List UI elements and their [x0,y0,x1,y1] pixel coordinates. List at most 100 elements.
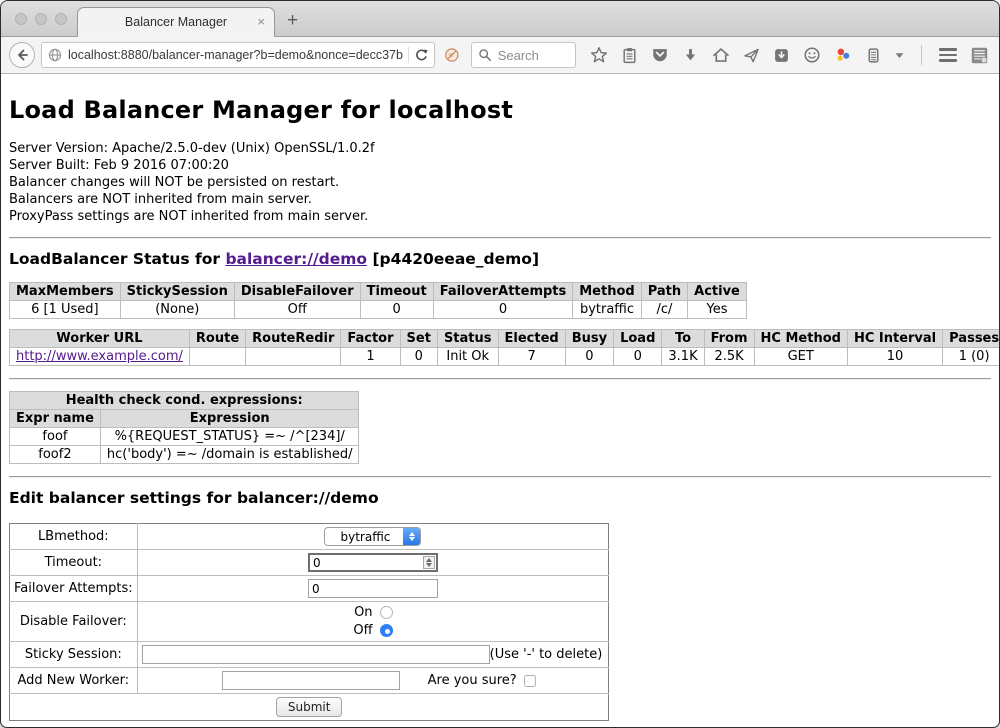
back-arrow-icon [14,47,30,63]
pocket-icon[interactable] [651,46,669,64]
worker-table: Worker URL Route RouteRedir Factor Set S… [9,329,1000,366]
add-worker-label: Add New Worker: [10,668,138,694]
divider [9,378,991,380]
sticky-session-note: (Use '-' to delete) [490,647,605,662]
failover-attempts-label: Failover Attempts: [10,576,138,602]
cell-expression: hc('body') =~ /domain is established/ [100,446,359,464]
cell-stickysession: (None) [120,301,234,319]
col-expr-name: Expr name [10,410,101,428]
close-window-button[interactable] [15,13,27,25]
col-elected: Elected [498,330,565,348]
col-failoverattempts: FailoverAttempts [433,283,573,301]
urlbar-divider [408,47,409,63]
balancer-demo-link[interactable]: balancer://demo [225,250,367,268]
col-factor: Factor [341,330,400,348]
timeout-input[interactable] [308,553,438,572]
failover-on-radio[interactable] [380,606,393,619]
cell-expression: %{REQUEST_STATUS} =~ /^[234]/ [100,428,359,446]
tab-title: Balancer Manager [125,15,227,29]
container-icon[interactable] [865,47,882,64]
downloads-panel-icon[interactable] [773,47,790,64]
number-spinner-icon[interactable] [423,556,435,569]
cell-to: 3.1K [662,348,704,366]
col-from: From [704,330,754,348]
overflow-caret-icon[interactable] [895,51,904,60]
submit-row: Submit [10,694,609,721]
toolbar-separator [921,45,922,65]
home-icon[interactable] [712,46,730,64]
loadbalancer-status-heading: LoadBalancer Status for balancer://demo … [9,250,991,268]
cell-failoverattempts: 0 [433,301,573,319]
cell-set: 0 [400,348,437,366]
cell-factor: 1 [341,348,400,366]
content-block-icon[interactable] [444,44,460,66]
inherit-notice-line: Balancers are NOT inherited from main se… [9,191,991,208]
lbmethod-selected-value: bytraffic [325,530,403,544]
notes-grid-icon[interactable] [970,46,989,65]
cell-elected: 7 [498,348,565,366]
back-button[interactable] [9,42,35,68]
cell-maxmembers: 6 [1 Used] [10,301,121,319]
add-worker-row: Add New Worker: Are you sure? [10,668,609,694]
feedback-smiley-icon[interactable] [803,46,821,64]
tab-bar: Balancer Manager × + [1,1,999,37]
col-status: Status [437,330,498,348]
cell-hc-method: GET [754,348,847,366]
divider [9,476,991,478]
cell-path: /c/ [641,301,687,319]
url-text[interactable]: localhost:8880/balancer-manager?b=demo&n… [68,48,403,62]
cell-expr-name: foof2 [10,446,101,464]
health-row-foof: foof %{REQUEST_STATUS} =~ /^[234]/ [10,428,359,446]
health-title-row: Health check cond. expressions: [10,392,359,410]
col-maxmembers: MaxMembers [10,283,121,301]
col-disablefailover: DisableFailover [234,283,360,301]
reload-icon[interactable] [414,48,429,63]
timeout-label: Timeout: [10,550,138,576]
url-bar[interactable]: localhost:8880/balancer-manager?b=demo&n… [41,42,435,68]
col-worker-url: Worker URL [10,330,190,348]
failover-attempts-row: Failover Attempts: [10,576,609,602]
reading-list-icon[interactable] [621,47,638,64]
health-row-foof2: foof2 hc('body') =~ /domain is establish… [10,446,359,464]
tab-balancer-manager[interactable]: Balancer Manager × [77,7,275,37]
cell-route [189,348,245,366]
col-busy: Busy [565,330,613,348]
lbmethod-label: LBmethod: [10,524,138,550]
send-tab-icon[interactable] [743,47,760,64]
submit-button[interactable]: Submit [276,697,343,717]
are-you-sure-checkbox[interactable] [524,675,536,687]
divider [9,237,991,239]
cell-status: Init Ok [437,348,498,366]
worker-url-link[interactable]: http://www.example.com/ [16,349,183,364]
cell-hc-interval: 10 [847,348,942,366]
extension-dots-icon[interactable] [834,46,852,64]
search-bar[interactable]: Search [471,42,576,68]
navigation-toolbar: localhost:8880/balancer-manager?b=demo&n… [1,37,999,74]
tab-close-icon[interactable]: × [257,15,265,28]
worker-data-row: http://www.example.com/ 1 0 Init Ok 7 0 … [10,348,1000,366]
failover-attempts-input[interactable] [308,579,438,598]
search-icon [478,48,492,62]
window-controls [15,13,67,25]
minimize-window-button[interactable] [35,13,47,25]
health-table-title: Health check cond. expressions: [10,392,359,410]
timeout-row: Timeout: [10,550,609,576]
add-worker-input[interactable] [222,671,400,690]
balancer-header-row: MaxMembers StickySession DisableFailover… [10,283,747,301]
lbmethod-select[interactable]: bytraffic [324,527,421,546]
new-tab-button[interactable]: + [287,10,298,32]
cell-worker-url: http://www.example.com/ [10,348,190,366]
col-routeredir: RouteRedir [246,330,341,348]
menu-icon[interactable] [939,48,957,62]
zoom-window-button[interactable] [55,13,67,25]
bookmark-star-icon[interactable] [590,46,608,64]
download-arrow-icon[interactable] [682,47,699,64]
col-set: Set [400,330,437,348]
browser-window: Balancer Manager × + localhost:8880/bala… [0,0,1000,728]
page-title: Load Balancer Manager for localhost [9,96,991,124]
failover-off-radio[interactable] [380,624,393,637]
sticky-session-input[interactable] [142,645,490,664]
server-version-line: Server Version: Apache/2.5.0-dev (Unix) … [9,140,991,157]
toolbar-icons [590,45,989,65]
col-expression: Expression [100,410,359,428]
